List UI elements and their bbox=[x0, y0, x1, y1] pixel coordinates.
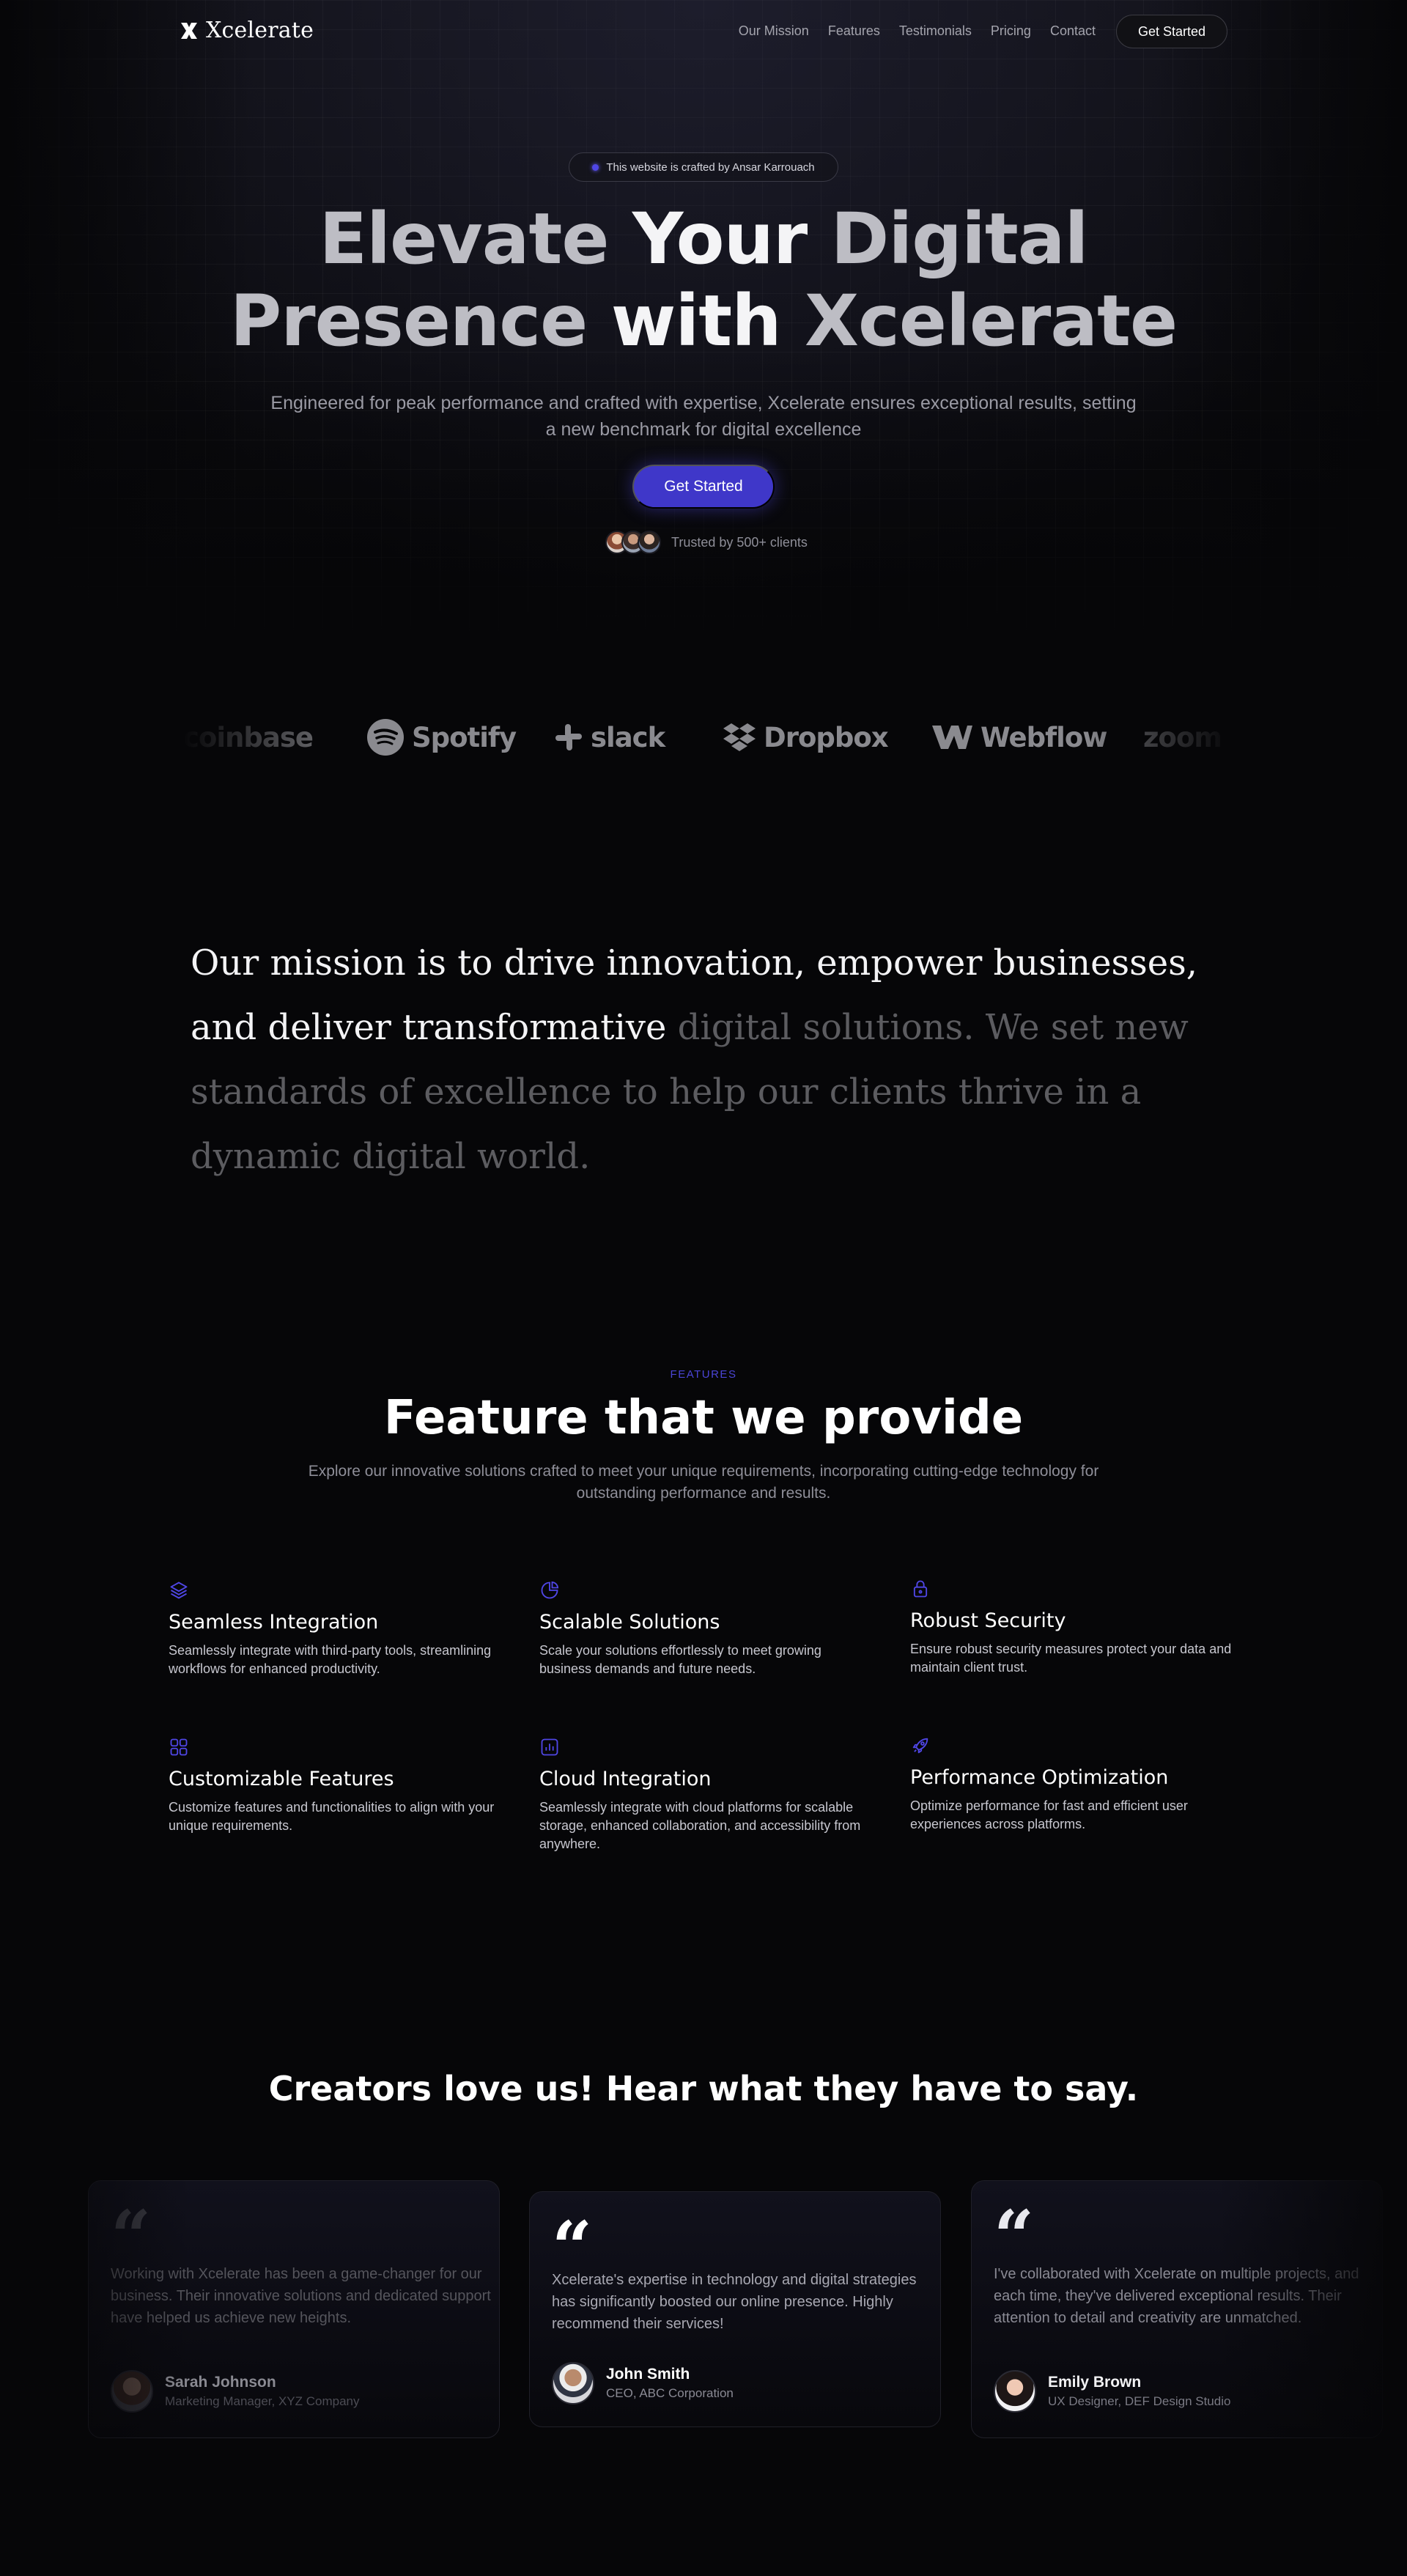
feature-title: Scalable Solutions bbox=[539, 1611, 720, 1634]
chart-pie-icon bbox=[539, 1580, 560, 1601]
features-eyebrow: FEATURES bbox=[670, 1368, 737, 1381]
features-title: Feature that we provide bbox=[383, 1391, 1024, 1445]
testimonial-card-john-smith: “ Xcelerate's expertise in technology an… bbox=[529, 2191, 941, 2427]
rocket-icon bbox=[910, 1735, 931, 1756]
logo-text: Dropbox bbox=[764, 721, 889, 753]
quote-icon: “ bbox=[994, 2195, 1035, 2278]
feature-card-robust-security: Robust Security Ensure robust security m… bbox=[910, 1579, 1240, 1677]
feature-description: Customize features and functionalities t… bbox=[169, 1800, 495, 1833]
author-role: UX Designer, DEF Design Studio bbox=[1048, 2394, 1231, 2408]
slack-icon bbox=[555, 724, 582, 750]
feature-description: Seamlessly integrate with cloud platform… bbox=[539, 1800, 861, 1851]
webflow-icon bbox=[932, 726, 972, 749]
mission-statement: Our mission is to drive innovation, empo… bbox=[191, 931, 1216, 1189]
bar-chart-icon bbox=[539, 1737, 560, 1757]
feature-description: Seamlessly integrate with third-party to… bbox=[169, 1643, 492, 1676]
logo-text: slack bbox=[591, 721, 665, 753]
layers-icon bbox=[169, 1580, 189, 1601]
author-role: Marketing Manager, XYZ Company bbox=[165, 2394, 360, 2408]
dropbox-icon bbox=[723, 723, 756, 751]
feature-title: Customizable Features bbox=[169, 1768, 394, 1790]
logo-text: coinbase bbox=[183, 721, 314, 753]
crafted-by-text: This website is crafted by Ansar Karroua… bbox=[606, 160, 815, 174]
hero-title-word: Digital bbox=[830, 198, 1089, 280]
carousel-fade-left bbox=[0, 2169, 191, 2455]
webflow-logo: Webflow bbox=[931, 717, 1107, 758]
trusted-by-text: Trusted by 500+ clients bbox=[671, 534, 808, 550]
author-name: John Smith bbox=[606, 2366, 690, 2383]
nav-link-pricing[interactable]: Pricing bbox=[991, 23, 1031, 39]
hero-title: Elevate Your Digital Presence with Xcele… bbox=[0, 198, 1407, 362]
feature-title: Performance Optimization bbox=[910, 1766, 1169, 1789]
feature-title: Seamless Integration bbox=[169, 1611, 379, 1634]
logo-text: Webflow bbox=[981, 721, 1107, 753]
partner-logos: coinbase Spotify slack Dropbox Webflow z bbox=[183, 704, 1231, 770]
lock-icon bbox=[910, 1579, 931, 1599]
feature-title: Robust Security bbox=[910, 1609, 1066, 1632]
feature-card-scalable-solutions: Scalable Solutions Scale your solutions … bbox=[539, 1580, 869, 1678]
nav-link-our-mission[interactable]: Our Mission bbox=[739, 23, 809, 39]
spotify-logo: Spotify bbox=[366, 717, 517, 758]
hero-title-word: Xcelerate bbox=[804, 280, 1178, 362]
hero-subtitle: Engineered for peak performance and craf… bbox=[270, 393, 1137, 440]
testimonial-author: Emily Brown UX Designer, DEF Design Stud… bbox=[994, 2370, 1230, 2413]
feature-card-seamless-integration: Seamless Integration Seamlessly integrat… bbox=[169, 1580, 498, 1678]
carousel-fade-right bbox=[1216, 2169, 1407, 2455]
spotify-icon bbox=[367, 719, 404, 756]
author-name: Emily Brown bbox=[1048, 2374, 1142, 2391]
hero-title-word: with bbox=[610, 280, 805, 362]
features-subtitle: Explore our innovative solutions crafted… bbox=[308, 1463, 1099, 1502]
grid-icon bbox=[169, 1737, 189, 1757]
zoom-logo: zoom bbox=[1143, 717, 1222, 758]
hero-title-word: Presence bbox=[229, 280, 611, 362]
nav-links: Our Mission Features Testimonials Pricin… bbox=[739, 23, 1096, 39]
brand-logo[interactable]: Xcelerate bbox=[180, 18, 314, 43]
feature-card-customizable-features: Customizable Features Customize features… bbox=[169, 1737, 498, 1835]
nav-link-features[interactable]: Features bbox=[828, 23, 880, 39]
hero-get-started-button[interactable]: Get Started bbox=[632, 465, 775, 509]
testimonial-author: John Smith CEO, ABC Corporation bbox=[552, 2362, 734, 2405]
feature-description: Ensure robust security measures protect … bbox=[910, 1642, 1232, 1675]
trusted-by: Trusted by 500+ clients bbox=[605, 529, 808, 556]
nav-link-contact[interactable]: Contact bbox=[1050, 23, 1096, 39]
avatar bbox=[994, 2370, 1036, 2413]
author-name: Sarah Johnson bbox=[165, 2374, 276, 2391]
nav-get-started-button[interactable]: Get Started bbox=[1116, 15, 1227, 48]
avatar bbox=[638, 531, 661, 554]
status-dot-icon bbox=[592, 163, 599, 171]
xcelerate-logo-icon bbox=[181, 22, 197, 39]
feature-description: Optimize performance for fast and effici… bbox=[910, 1798, 1188, 1831]
client-avatars bbox=[605, 531, 661, 554]
avatar bbox=[552, 2362, 594, 2405]
navbar: Xcelerate Our Mission Features Testimoni… bbox=[180, 15, 1227, 48]
feature-card-cloud-integration: Cloud Integration Seamlessly integrate w… bbox=[539, 1737, 869, 1853]
feature-description: Scale your solutions effortlessly to mee… bbox=[539, 1643, 821, 1676]
feature-title: Cloud Integration bbox=[539, 1768, 712, 1790]
testimonials-title: Creators love us! Hear what they have to… bbox=[268, 2069, 1139, 2108]
nav-link-testimonials[interactable]: Testimonials bbox=[899, 23, 972, 39]
hero-title-word: Your bbox=[632, 198, 831, 280]
slack-logo: slack bbox=[554, 717, 665, 758]
coinbase-logo: coinbase bbox=[183, 717, 314, 758]
crafted-by-badge[interactable]: This website is crafted by Ansar Karroua… bbox=[569, 152, 838, 182]
author-role: CEO, ABC Corporation bbox=[606, 2386, 734, 2400]
testimonial-quote: Xcelerate's expertise in technology and … bbox=[552, 2272, 917, 2332]
logo-text: Spotify bbox=[412, 721, 517, 753]
hero-title-word: Elevate bbox=[319, 198, 632, 280]
dropbox-logo: Dropbox bbox=[723, 717, 889, 758]
feature-card-performance-optimization: Performance Optimization Optimize perfor… bbox=[910, 1735, 1240, 1834]
brand-name: Xcelerate bbox=[206, 18, 314, 43]
logo-text: zoom bbox=[1143, 721, 1222, 753]
